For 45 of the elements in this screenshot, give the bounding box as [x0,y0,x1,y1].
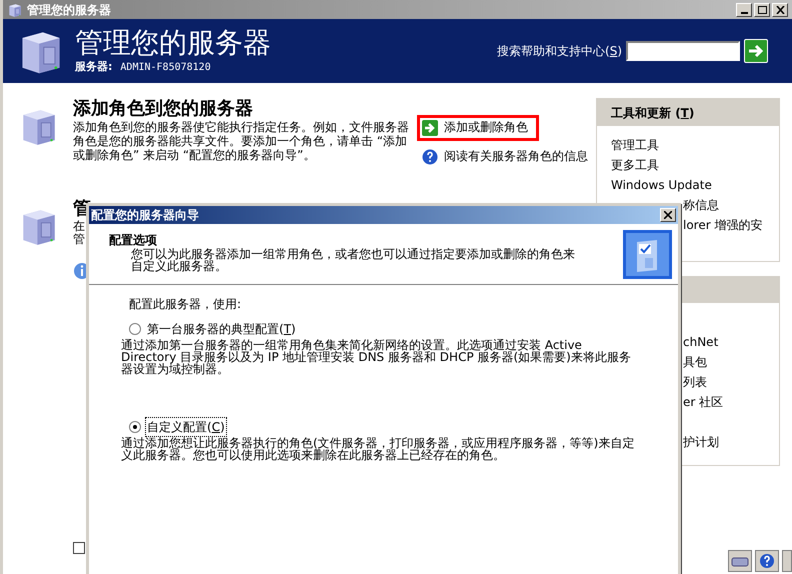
section-description: 在 [73,220,86,233]
help-button[interactable] [755,550,779,572]
minimize-icon [740,12,748,14]
maximize-button[interactable] [754,2,770,16]
tool-link[interactable]: 管理工具 [597,136,779,152]
help-icon [759,553,775,569]
minimize-button[interactable] [736,2,752,16]
close-icon [664,211,672,219]
arrow-right-icon [748,44,764,58]
server-name: ADMIN-F85078120 [120,60,211,74]
keyboard-icon [731,555,749,567]
section-title: 添加角色到您的服务器 [73,98,254,120]
keyboard-button[interactable] [728,550,752,572]
page-title: 管理您的服务器 [75,26,271,59]
dialog-title: 配置您的服务器向导 [91,207,199,224]
search-label: 搜索帮助和支持中心(S) [497,43,622,60]
section-description: 添加角色到您的服务器使它能执行指定任务。例如，文件服务器角色是您的服务器能共享文件。要添加一个角色，请单击 “添加或删除角色” 来启动 “配置您的服务器向导”。 [73,120,410,162]
close-icon [776,6,784,14]
maximize-icon [758,6,766,14]
server-label: 服务器: [75,58,112,75]
dialog-heading: 配置选项 [109,233,158,248]
close-button[interactable] [660,208,676,222]
wizard-icon [623,230,672,279]
tool-link[interactable]: Windows Update [597,176,779,192]
prompt-text: 配置此服务器，使用: [129,297,242,311]
help-link[interactable]: 阅读有关服务器角色的信息 [417,144,593,170]
option-description: 通过添加您想让此服务器执行的角色(文件服务器，打印服务器，或应用程序服务器，等等)来自定义此服务器。您也可以使用此选项来删除在此服务器上已经存在的角色。 [121,437,636,461]
close-button[interactable] [772,2,788,16]
window-title: 管理您的服务器 [27,2,111,18]
help-icon [422,149,438,165]
radio-option[interactable]: 自定义配置(C) [129,419,638,435]
radio-button[interactable] [129,323,141,335]
dialog-description: 您可以为此服务器添加一组常用角色，或者您也可以通过指定要添加或删除的角色来自定义此服务器。 [130,248,576,272]
go-button[interactable] [744,39,768,63]
checkbox[interactable] [73,542,85,554]
server-icon [7,2,23,18]
option-description: 通过添加第一台服务器的一组常用角色集来简化新网络的设置。此选项通过安装 Active Directory 目录服务以及为 IP 地址管理安装 DNS 服务器和 DHCP 服务器(如果需要)来将此服务器设置为域控制器。 [121,339,632,375]
add-remove-roles-link[interactable]: 添加或删除角色 [417,115,539,141]
arrow-right-icon [422,120,438,136]
tool-link[interactable]: 更多工具 [597,156,779,172]
section-description: 管 [73,233,86,246]
search-field[interactable] [626,41,740,61]
panel-title: 工具和更新 (T) [597,99,779,126]
radio-option[interactable]: 第一台服务器的典型配置(T) [129,321,638,337]
radio-button[interactable] [129,421,141,433]
